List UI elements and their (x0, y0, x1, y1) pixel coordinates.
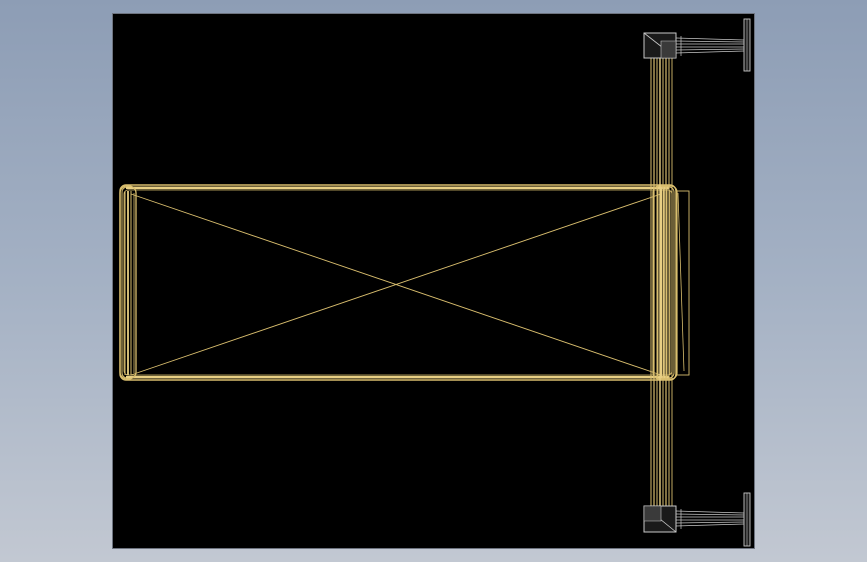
cad-viewport[interactable] (112, 13, 755, 549)
frame-cross-diagonals (130, 193, 662, 376)
cad-drawing (119, 18, 751, 547)
right-end-roller (652, 185, 690, 380)
bottom-bolt-shaft (675, 509, 745, 529)
main-frame-inner-2 (123, 189, 673, 376)
top-bolt-shaft (675, 36, 745, 56)
